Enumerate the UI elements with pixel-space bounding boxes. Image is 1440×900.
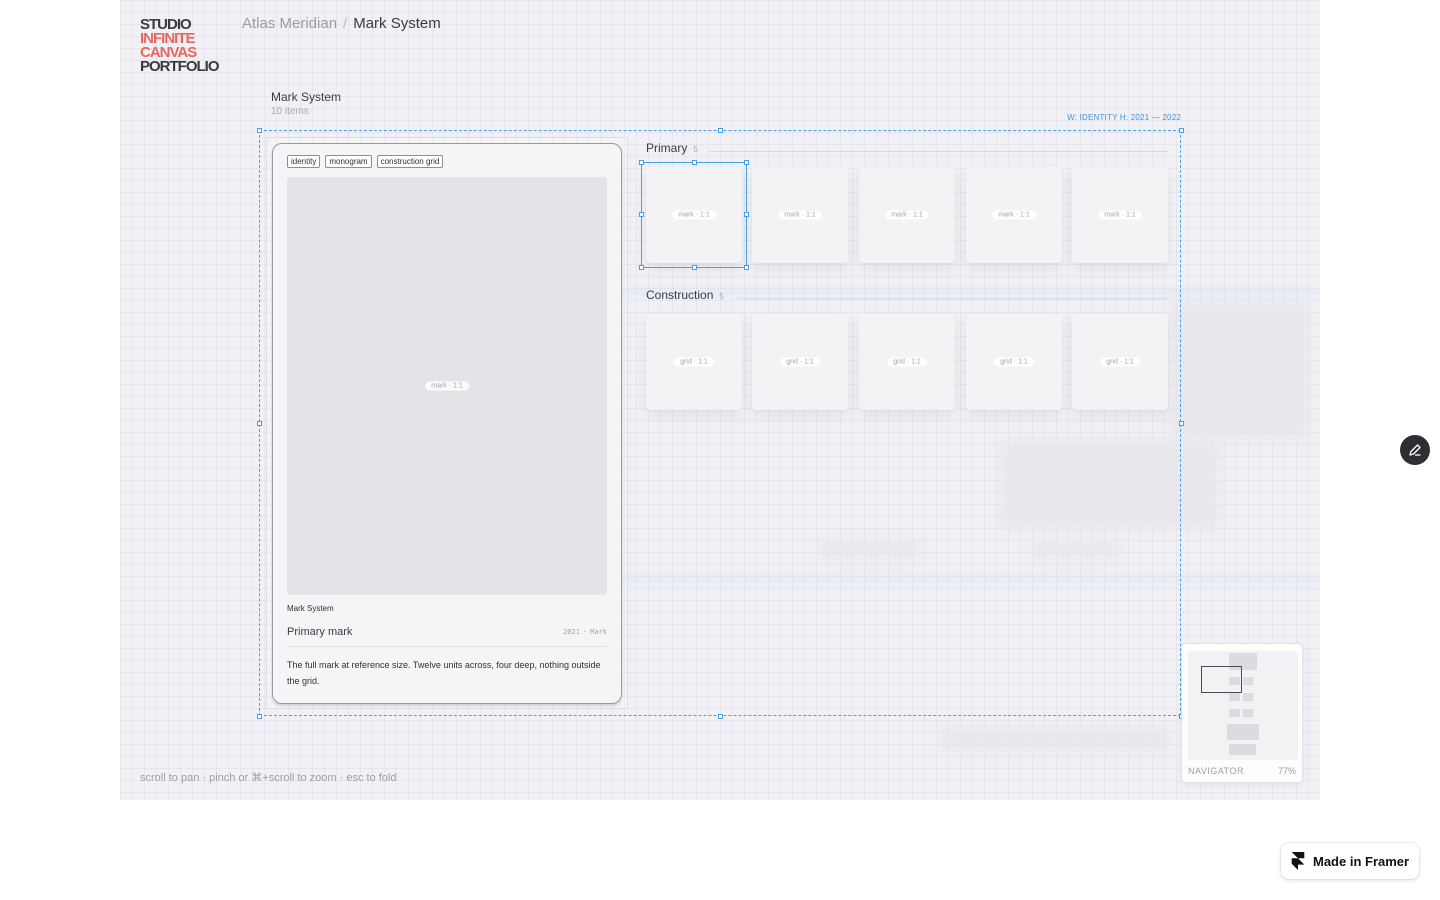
tile-construction-3[interactable]: grid · 1:1 [859,314,955,410]
tile-primary-2[interactable]: mark · 1:1 [752,167,848,263]
navigator-minimap[interactable]: NAVIGATOR 77% [1181,643,1303,783]
tile-construction-4[interactable]: grid · 1:1 [966,314,1062,410]
tile-handle[interactable] [744,160,749,165]
infinite-canvas[interactable]: STUDIO INFINITE CANVAS PORTFOLIO Atlas M… [120,0,1320,800]
ratio-pill: mark · 1:1 [885,210,929,220]
tile-construction-5[interactable]: grid · 1:1 [1072,314,1168,410]
framer-logo-icon [1291,852,1305,870]
card-description: The full mark at reference size. Twelve … [287,660,601,686]
tile-handle[interactable] [744,212,749,217]
tile-primary-5[interactable]: mark · 1:1 [1072,167,1168,263]
tile-handle[interactable] [692,160,697,165]
ratio-pill: grid · 1:1 [994,357,1034,367]
card-year: 2021 [563,628,580,636]
row-divider [710,151,1168,152]
navigator-label: NAVIGATOR [1188,766,1245,776]
ratio-pill: mark · 1:1 [1098,210,1142,220]
tile-selection-outline [641,162,747,268]
card-kind: Mark [590,628,607,636]
tile-handle[interactable] [639,160,644,165]
tag[interactable]: construction grid [376,155,444,168]
logo-line: PORTFOLIO [140,58,219,75]
pencil-icon [1409,444,1421,456]
resize-handle-bc[interactable] [718,714,723,719]
resize-handle-tc[interactable] [718,128,723,133]
tile-construction-1[interactable]: grid · 1:1 [646,314,742,410]
row-count: 5 [693,145,698,154]
card-title: Primary mark [287,626,353,638]
row-title-construction: Construction 5 [646,288,724,302]
ghost-tile [1170,300,1310,440]
tag[interactable]: identity [287,155,321,168]
minimap-block [1243,677,1253,685]
card-meta: 2021 · Mark [563,628,607,636]
zoom-level: 77% [1277,766,1296,776]
row-divider [738,298,1168,299]
minimap-viewport[interactable] [1201,666,1242,693]
canvas-hint: scroll to pan · pinch or ⌘+scroll to zoo… [140,772,397,784]
resize-handle-tr[interactable] [1179,128,1184,133]
breadcrumb-current: Mark System [353,15,441,32]
resize-handle-bl[interactable] [257,714,262,719]
ratio-pill: grid · 1:1 [674,357,714,367]
edit-button[interactable] [1400,435,1430,465]
row-title-text: Primary [646,141,688,155]
studio-logo[interactable]: STUDIO INFINITE CANVAS PORTFOLIO [140,17,219,75]
selection-meta: W: IDENTITY H: 2021 — 2022 [1067,113,1181,122]
minimap-block [1229,709,1240,717]
detail-card[interactable]: identity monogram construction grid mark… [272,143,622,704]
divider [287,646,607,647]
tile-primary-3[interactable]: mark · 1:1 [859,167,955,263]
ratio-pill: mark · 1:1 [778,210,822,220]
breadcrumb: Atlas Meridian / Mark System [242,15,441,32]
resize-handle-tl[interactable] [257,128,262,133]
ratio-pill: grid · 1:1 [780,357,820,367]
breadcrumb-separator: / [343,15,348,32]
minimap-block [1229,744,1256,755]
minimap-block [1243,693,1253,701]
hero-image-placeholder[interactable]: mark · 1:1 [287,177,607,595]
row-title-text: Construction [646,288,714,302]
ratio-pill: grid · 1:1 [887,357,927,367]
ratio-pill: grid · 1:1 [1100,357,1140,367]
section-count: 10 items [271,106,309,117]
resize-handle-mr[interactable] [1179,421,1184,426]
tile-handle[interactable] [692,265,697,270]
card-label: Mark System [287,604,334,613]
badge-label: Made in Framer [1313,853,1410,869]
minimap-block [1227,724,1259,740]
ratio-pill: mark · 1:1 [425,381,469,391]
row-title-primary: Primary 5 [646,141,698,155]
tile-handle[interactable] [639,265,644,270]
ratio-pill: mark · 1:1 [992,210,1036,220]
row-count: 5 [719,292,724,301]
made-in-framer-badge[interactable]: Made in Framer [1281,843,1419,879]
tile-handle[interactable] [744,265,749,270]
tag[interactable]: monogram [325,155,372,168]
minimap-area[interactable] [1188,651,1298,760]
minimap-block [1243,709,1253,717]
breadcrumb-parent[interactable]: Atlas Meridian [242,15,337,32]
tile-handle[interactable] [639,212,644,217]
resize-handle-ml[interactable] [257,421,262,426]
ghost-tile [940,728,1170,752]
meta-separator: · [582,628,588,636]
tile-construction-2[interactable]: grid · 1:1 [752,314,848,410]
minimap-block [1229,693,1240,701]
tile-primary-4[interactable]: mark · 1:1 [966,167,1062,263]
tag-list: identity monogram construction grid [287,155,444,168]
section-title: Mark System [271,90,342,104]
